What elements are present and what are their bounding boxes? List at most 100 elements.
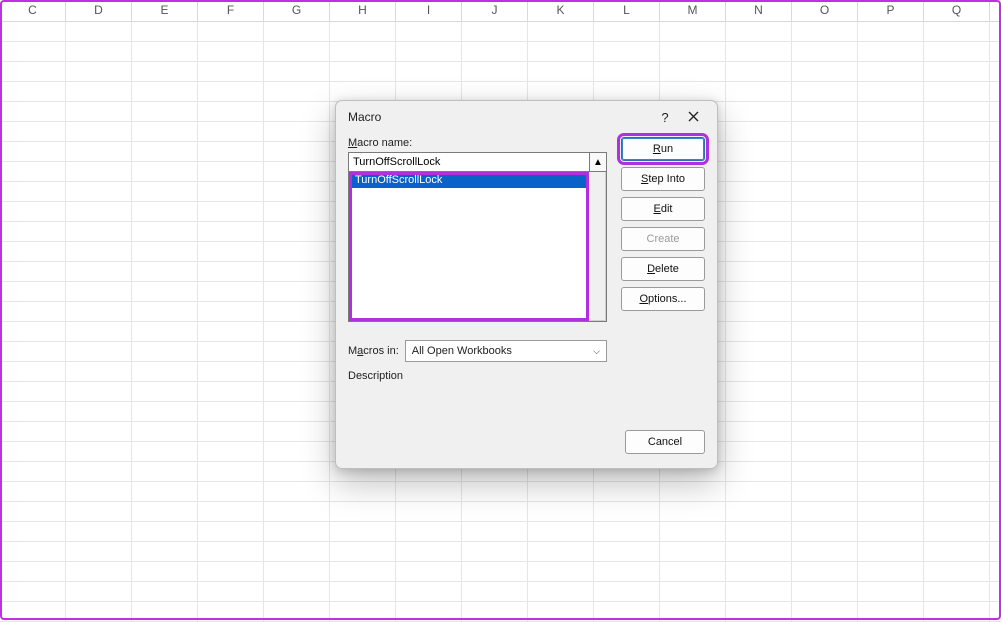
cell[interactable] bbox=[264, 302, 330, 322]
cell[interactable] bbox=[924, 222, 990, 242]
cell[interactable] bbox=[858, 362, 924, 382]
cell[interactable] bbox=[792, 562, 858, 582]
cell[interactable] bbox=[198, 82, 264, 102]
cell[interactable] bbox=[198, 102, 264, 122]
cell[interactable] bbox=[990, 282, 1001, 302]
cell[interactable] bbox=[264, 182, 330, 202]
cell[interactable] bbox=[264, 22, 330, 42]
cell[interactable] bbox=[726, 202, 792, 222]
cell[interactable] bbox=[462, 602, 528, 622]
cell[interactable] bbox=[132, 142, 198, 162]
cell[interactable] bbox=[66, 462, 132, 482]
cell[interactable] bbox=[396, 522, 462, 542]
cell[interactable] bbox=[66, 602, 132, 622]
cell[interactable] bbox=[198, 22, 264, 42]
cell[interactable] bbox=[396, 602, 462, 622]
close-button[interactable] bbox=[679, 110, 707, 125]
cell[interactable] bbox=[198, 142, 264, 162]
cell[interactable] bbox=[132, 182, 198, 202]
cell[interactable] bbox=[198, 222, 264, 242]
cell[interactable] bbox=[990, 422, 1001, 442]
cell[interactable] bbox=[132, 542, 198, 562]
cell[interactable] bbox=[462, 62, 528, 82]
cell[interactable] bbox=[858, 262, 924, 282]
column-header[interactable]: Q bbox=[924, 0, 990, 22]
cell[interactable] bbox=[792, 482, 858, 502]
cell[interactable] bbox=[726, 82, 792, 102]
cell[interactable] bbox=[198, 402, 264, 422]
cell[interactable] bbox=[990, 522, 1001, 542]
cell[interactable] bbox=[924, 182, 990, 202]
cell[interactable] bbox=[858, 442, 924, 462]
cell[interactable] bbox=[66, 442, 132, 462]
cell[interactable] bbox=[858, 162, 924, 182]
cell[interactable] bbox=[990, 82, 1001, 102]
cell[interactable] bbox=[264, 542, 330, 562]
cell[interactable] bbox=[66, 302, 132, 322]
cell[interactable] bbox=[858, 62, 924, 82]
cell[interactable] bbox=[0, 442, 66, 462]
cell[interactable] bbox=[726, 342, 792, 362]
cell[interactable] bbox=[792, 382, 858, 402]
cell[interactable] bbox=[594, 42, 660, 62]
cell[interactable] bbox=[462, 42, 528, 62]
cell[interactable] bbox=[66, 362, 132, 382]
column-header[interactable]: I bbox=[396, 0, 462, 22]
cell[interactable] bbox=[396, 542, 462, 562]
cell[interactable] bbox=[132, 602, 198, 622]
cell[interactable] bbox=[0, 542, 66, 562]
column-header[interactable]: E bbox=[132, 0, 198, 22]
cell[interactable] bbox=[66, 342, 132, 362]
cell[interactable] bbox=[264, 582, 330, 602]
cell[interactable] bbox=[792, 342, 858, 362]
cell[interactable] bbox=[924, 62, 990, 82]
cell[interactable] bbox=[132, 382, 198, 402]
cell[interactable] bbox=[66, 62, 132, 82]
cell[interactable] bbox=[990, 202, 1001, 222]
column-header[interactable]: N bbox=[726, 0, 792, 22]
cell[interactable] bbox=[660, 42, 726, 62]
cell[interactable] bbox=[330, 502, 396, 522]
cell[interactable] bbox=[66, 402, 132, 422]
cell[interactable] bbox=[330, 22, 396, 42]
cell[interactable] bbox=[462, 582, 528, 602]
cell[interactable] bbox=[0, 482, 66, 502]
cell[interactable] bbox=[594, 502, 660, 522]
cell[interactable] bbox=[66, 162, 132, 182]
cell[interactable] bbox=[66, 322, 132, 342]
cell[interactable] bbox=[858, 602, 924, 622]
cell[interactable] bbox=[528, 522, 594, 542]
cell[interactable] bbox=[594, 22, 660, 42]
cell[interactable] bbox=[462, 562, 528, 582]
cell[interactable] bbox=[990, 42, 1001, 62]
cell[interactable] bbox=[858, 482, 924, 502]
cell[interactable] bbox=[792, 442, 858, 462]
cell[interactable] bbox=[66, 482, 132, 502]
cell[interactable] bbox=[132, 122, 198, 142]
cell[interactable] bbox=[660, 562, 726, 582]
cell[interactable] bbox=[726, 242, 792, 262]
cell[interactable] bbox=[660, 502, 726, 522]
cell[interactable] bbox=[462, 82, 528, 102]
cell[interactable] bbox=[198, 302, 264, 322]
cell[interactable] bbox=[858, 462, 924, 482]
cell[interactable] bbox=[198, 202, 264, 222]
cell[interactable] bbox=[198, 422, 264, 442]
cell[interactable] bbox=[990, 382, 1001, 402]
options-button[interactable]: Options... bbox=[621, 287, 705, 311]
cell[interactable] bbox=[264, 322, 330, 342]
cell[interactable] bbox=[594, 582, 660, 602]
cell[interactable] bbox=[726, 102, 792, 122]
cell[interactable] bbox=[858, 502, 924, 522]
cell[interactable] bbox=[858, 242, 924, 262]
cell[interactable] bbox=[660, 602, 726, 622]
cell[interactable] bbox=[990, 502, 1001, 522]
cell[interactable] bbox=[0, 102, 66, 122]
cell[interactable] bbox=[858, 122, 924, 142]
cell[interactable] bbox=[198, 162, 264, 182]
cell[interactable] bbox=[264, 142, 330, 162]
cell[interactable] bbox=[858, 182, 924, 202]
cell[interactable] bbox=[660, 482, 726, 502]
cell[interactable] bbox=[198, 42, 264, 62]
cell[interactable] bbox=[0, 302, 66, 322]
